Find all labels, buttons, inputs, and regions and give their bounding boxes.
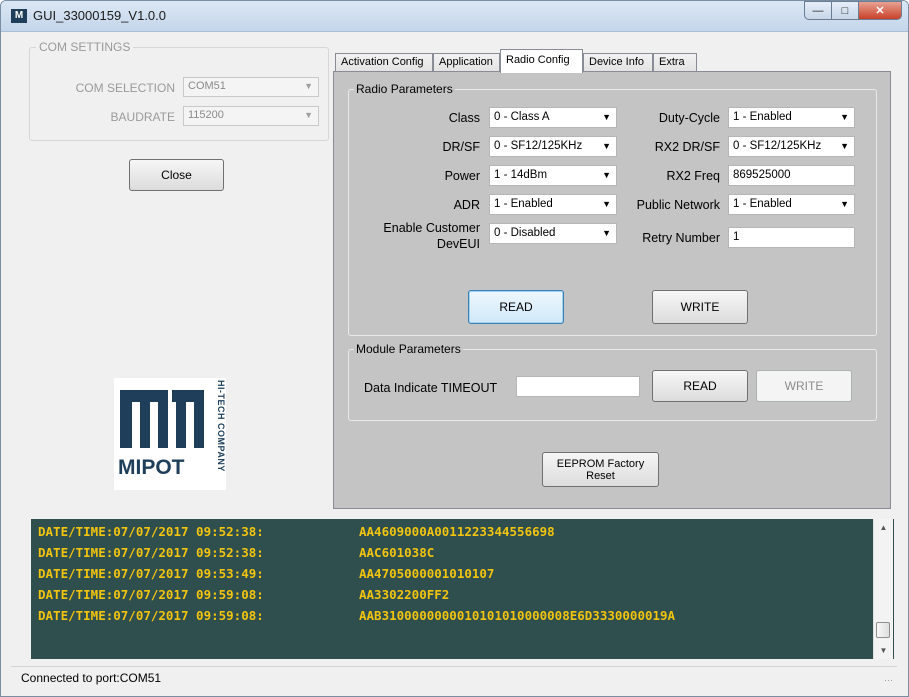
enable-customer-label-line1: Enable Customer (383, 221, 480, 235)
log-message: AA4705000001010107 (359, 566, 495, 581)
retry-number-input[interactable]: 1 (728, 227, 855, 248)
minimize-button[interactable]: — (804, 1, 832, 20)
log-time: DATE/TIME:07/07/2017 09:59:08: (38, 608, 264, 623)
class-label: Class (448, 111, 480, 125)
tab-radio-config[interactable]: Radio Config (500, 49, 583, 73)
log-row: DATE/TIME:07/07/2017 09:52:38: AAC601038… (38, 545, 434, 560)
eeprom-factory-reset-button[interactable]: EEPROM Factory Reset (542, 452, 659, 487)
rx2-drsf-select[interactable]: 0 - SF12/125KHz ▼ (728, 136, 855, 157)
maximize-button[interactable]: □ (831, 1, 859, 20)
mipot-logo: MIPOT HI-TECH COMPANY (114, 378, 226, 490)
power-select[interactable]: 1 - 14dBm ▼ (489, 165, 617, 186)
adr-select[interactable]: 1 - Enabled ▼ (489, 194, 617, 215)
duty-cycle-value: 1 - Enabled (733, 111, 792, 123)
log-message: AAC601038C (359, 545, 435, 560)
app-icon: M (11, 9, 27, 23)
radio-config-panel: Radio Parameters Class 0 - Class A ▼ DR/… (333, 71, 891, 509)
log-time: DATE/TIME:07/07/2017 09:53:49: (38, 566, 264, 581)
tab-control: Activation Config Application Radio Conf… (333, 49, 895, 509)
chevron-down-icon: ▼ (304, 81, 313, 91)
close-port-button[interactable]: Close (129, 159, 224, 191)
enable-customer-deveui-select[interactable]: 0 - Disabled ▼ (489, 223, 617, 244)
radio-write-button[interactable]: WRITE (652, 290, 748, 324)
baudrate-label: BAUDRATE (110, 110, 175, 124)
log-row: DATE/TIME:07/07/2017 09:59:08: AAB310000… (38, 608, 675, 623)
data-indicate-timeout-label: Data Indicate TIMEOUT (364, 381, 498, 395)
chevron-down-icon: ▼ (840, 199, 849, 209)
log-row: DATE/TIME:07/07/2017 09:59:08: AA3302200… (38, 587, 449, 602)
adr-value: 1 - Enabled (494, 198, 553, 210)
rx2-freq-label: RX2 Freq (666, 169, 721, 183)
retry-number-label: Retry Number (642, 231, 720, 245)
close-window-button[interactable]: ✕ (858, 1, 902, 20)
public-network-value: 1 - Enabled (733, 198, 792, 210)
eeprom-button-line2: Reset (586, 469, 615, 482)
log-time: DATE/TIME:07/07/2017 09:52:38: (38, 524, 264, 539)
module-write-button[interactable]: WRITE (756, 370, 852, 402)
logo-wordmark: MIPOT (118, 456, 185, 479)
rx2-drsf-label: RX2 DR/SF (654, 140, 720, 154)
public-network-label: Public Network (636, 198, 720, 212)
status-bar: Connected to port:COM51 ⋯ (11, 666, 897, 689)
drsf-select[interactable]: 0 - SF12/125KHz ▼ (489, 136, 617, 157)
log-row: DATE/TIME:07/07/2017 09:53:49: AA4705000… (38, 566, 494, 581)
title-bar: M GUI_33000159_V1.0.0 — □ ✕ (1, 1, 908, 32)
class-select[interactable]: 0 - Class A ▼ (489, 107, 617, 128)
window-controls: — □ ✕ (804, 1, 902, 21)
power-value: 1 - 14dBm (494, 169, 548, 181)
tab-application[interactable]: Application (433, 53, 500, 71)
scroll-up-arrow-icon[interactable]: ▲ (874, 519, 893, 536)
mipot-logo-graphic: MIPOT HI-TECH COMPANY (114, 378, 226, 490)
log-message: AA4609000A0011223344556698 (359, 524, 555, 539)
com-selection-value: COM51 (188, 80, 226, 92)
log-message: AAB3100000000010101010000008E6D333000001… (359, 608, 676, 623)
rx2-freq-input[interactable]: 869525000 (728, 165, 855, 186)
radio-parameters-legend: Radio Parameters (354, 82, 455, 96)
drsf-label: DR/SF (442, 140, 481, 154)
module-read-button[interactable]: READ (652, 370, 748, 402)
public-network-select[interactable]: 1 - Enabled ▼ (728, 194, 855, 215)
enable-customer-deveui-value: 0 - Disabled (494, 227, 556, 239)
logo-tagline: HI-TECH COMPANY (216, 380, 226, 472)
connection-status: Connected to port:COM51 (21, 671, 162, 685)
adr-label: ADR (453, 198, 480, 212)
enable-customer-label-line2: DevEUI (436, 237, 480, 251)
baudrate-value: 115200 (188, 109, 224, 121)
chevron-down-icon: ▼ (840, 112, 849, 122)
rx2-drsf-value: 0 - SF12/125KHz (733, 140, 822, 152)
com-selection-select[interactable]: COM51 ▼ (183, 77, 319, 97)
chevron-down-icon: ▼ (304, 110, 313, 120)
log-time: DATE/TIME:07/07/2017 09:59:08: (38, 587, 264, 602)
duty-cycle-label: Duty-Cycle (658, 111, 720, 125)
log-scrollbar[interactable]: ▲ ▼ (873, 519, 893, 659)
power-label: Power (444, 169, 480, 183)
tab-device-info[interactable]: Device Info (583, 53, 653, 71)
data-indicate-timeout-input[interactable] (516, 376, 640, 397)
window-title: GUI_33000159_V1.0.0 (33, 8, 166, 23)
app-window: M GUI_33000159_V1.0.0 — □ ✕ COM SETTINGS… (0, 0, 909, 697)
drsf-value: 0 - SF12/125KHz (494, 140, 583, 152)
tab-activation-config[interactable]: Activation Config (335, 53, 433, 71)
resize-grip-icon[interactable]: ⋯ (884, 675, 893, 686)
radio-read-button[interactable]: READ (468, 290, 564, 324)
scroll-down-arrow-icon[interactable]: ▼ (874, 642, 893, 659)
com-selection-label: COM SELECTION (75, 81, 175, 95)
maximize-icon: □ (841, 4, 849, 17)
duty-cycle-select[interactable]: 1 - Enabled ▼ (728, 107, 855, 128)
chevron-down-icon: ▼ (840, 141, 849, 151)
minimize-icon: — (812, 4, 824, 17)
baudrate-select[interactable]: 115200 ▼ (183, 106, 319, 126)
scrollbar-thumb[interactable] (876, 622, 890, 638)
module-parameters-legend: Module Parameters (354, 342, 463, 356)
log-console[interactable]: DATE/TIME:07/07/2017 09:52:38: AA4609000… (31, 519, 894, 659)
log-message: AA3302200FF2 (359, 587, 450, 602)
tab-extra[interactable]: Extra (653, 53, 697, 71)
log-time: DATE/TIME:07/07/2017 09:52:38: (38, 545, 264, 560)
com-settings-legend: COM SETTINGS (36, 40, 134, 54)
log-row: DATE/TIME:07/07/2017 09:52:38: AA4609000… (38, 524, 555, 539)
eeprom-button-line1: EEPROM Factory (556, 457, 645, 470)
close-icon: ✕ (875, 5, 885, 17)
class-value: 0 - Class A (494, 111, 550, 123)
